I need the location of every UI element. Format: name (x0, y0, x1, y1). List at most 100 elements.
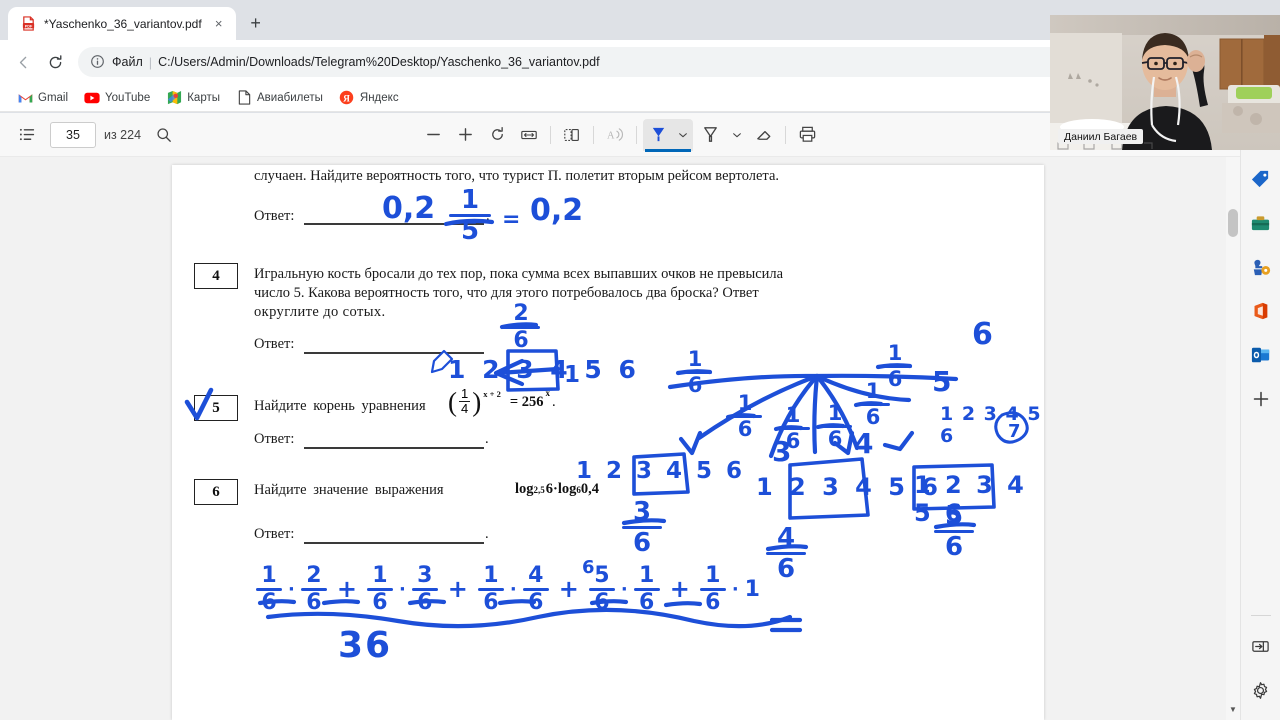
bookmark-youtube[interactable]: YouTube (77, 87, 157, 109)
answer-blank-5 (304, 447, 484, 449)
read-aloud-icon[interactable]: A (600, 120, 630, 150)
eraser-icon[interactable] (749, 120, 779, 150)
edge-sidebar (1240, 113, 1280, 720)
page-view-icon[interactable] (557, 120, 587, 150)
task-5-period: . (551, 394, 556, 410)
log-tail: 0,4 (580, 481, 600, 497)
chevron-down-icon[interactable] (727, 120, 747, 150)
zoom-in-button[interactable] (450, 120, 480, 150)
sidebar-item-tools[interactable] (1247, 209, 1275, 237)
ink-plus-2: + (447, 575, 468, 604)
ink-term-5b: 1 (744, 576, 760, 602)
ink-fraction-2-over-6: 2 6 (502, 303, 540, 352)
ink-term-1a: 1 6 (256, 565, 282, 614)
omnibox-separator: | (148, 54, 153, 70)
youtube-icon (84, 90, 100, 106)
pdf-viewer: 35 из 224 A случаен. Найдите вероятность… (0, 113, 1240, 720)
ink-denominator: 6 (639, 589, 655, 615)
draw-tool-group[interactable] (643, 118, 693, 152)
pdf-scroll-area[interactable]: случаен. Найдите вероятность того, что т… (0, 157, 1240, 720)
new-tab-button[interactable]: + (242, 9, 270, 37)
zoom-out-button[interactable] (418, 120, 448, 150)
chevron-down-icon[interactable] (673, 120, 693, 150)
ink-branch-label-6: 6 (972, 317, 993, 352)
sidebar-divider (1250, 615, 1271, 616)
sidebar-item-add[interactable] (1247, 385, 1275, 413)
answer-blank-4 (304, 352, 484, 354)
ink-tree-frac-e: 1 6 (818, 403, 852, 450)
sidebar-item-office[interactable] (1247, 297, 1275, 325)
sidebar-item-shopping[interactable] (1247, 165, 1275, 193)
ink-tree-frac-c: 1 6 (728, 393, 762, 440)
ink-numerator: 1 (483, 563, 499, 588)
print-icon[interactable] (792, 120, 822, 150)
svg-text:Я: Я (344, 94, 351, 104)
ink-numerator: 3 (417, 563, 433, 588)
ink-numerator: 1 (639, 563, 655, 588)
gmail-icon (17, 90, 33, 106)
search-icon[interactable] (149, 120, 179, 150)
webcam-overlay[interactable]: Даниил Багаев (1050, 15, 1280, 150)
task-6-expression: log 2,5 6·log 6 0,4 (515, 481, 599, 498)
highlighter-icon[interactable] (695, 120, 725, 150)
rotate-icon[interactable] (482, 120, 512, 150)
gear-icon[interactable] (1247, 676, 1275, 704)
ink-equals-1: = (502, 207, 521, 232)
ink-numerator: 5 (944, 501, 964, 531)
ink-numerator: 1 (460, 185, 480, 215)
ink-denominator: 6 (827, 426, 843, 451)
back-icon[interactable] (8, 47, 38, 77)
browser-tab[interactable]: PDF *Yaschenko_36_variantov.pdf × (8, 7, 236, 40)
task-5-rhs-exp: x (545, 388, 550, 398)
bookmark-maps[interactable]: Карты (159, 87, 227, 109)
tab-title: *Yaschenko_36_variantov.pdf (44, 16, 202, 31)
sidebar-item-games[interactable] (1247, 253, 1275, 281)
bookmark-gmail[interactable]: Gmail (10, 87, 75, 109)
ink-numerator: 1 (687, 347, 703, 371)
ink-branch-label-1: 1 (564, 362, 581, 388)
ink-denominator: 6 (261, 589, 277, 615)
draw-pen-icon[interactable] (643, 120, 673, 150)
scrollbar-thumb[interactable] (1228, 209, 1238, 237)
task-5-exponent: x + 2 (483, 389, 501, 399)
ink-numerator: 1 (827, 401, 843, 425)
close-icon[interactable]: × (210, 15, 228, 33)
fit-width-icon[interactable] (514, 120, 544, 150)
bookmark-label: Авиабилеты (257, 91, 323, 104)
ink-term-5a: 1 6 (699, 565, 726, 615)
ink-numerator: 1 (887, 341, 903, 365)
ink-denominator: 6 (737, 416, 753, 441)
sidebar-item-outlook[interactable] (1247, 341, 1275, 369)
ink-numerator: 1 (865, 379, 881, 403)
expand-sidebar-icon[interactable] (1247, 632, 1275, 660)
bookmark-yandex[interactable]: Я Яндекс (332, 87, 406, 109)
answer-label-4: Ответ: (254, 336, 295, 352)
ink-numerator: 2 (513, 301, 529, 326)
scroll-down-arrow-icon[interactable]: ▼ (1226, 702, 1240, 716)
task-4-line-2: число 5. Какова вероятность того, что дл… (254, 285, 759, 301)
page-number-input[interactable]: 35 (50, 121, 96, 148)
ink-numerator: 4 (528, 563, 544, 588)
ink-denominator: 6 (705, 589, 721, 615)
frac-denominator: 4 (459, 401, 471, 416)
url-text[interactable]: C:/Users/Admin/Downloads/Telegram%20Desk… (158, 55, 1196, 69)
ink-result-frac-2: 4 6 (766, 525, 806, 582)
ink-denominator: 6 (632, 527, 652, 558)
ink-tree-frac-d: 1 6 (776, 405, 810, 452)
ink-denominator: 6 (687, 372, 703, 397)
ink-tree-frac-f: 1 6 (856, 381, 890, 428)
ink-branch-label-4: 4 (854, 427, 874, 460)
task-number-6: 6 (194, 479, 238, 505)
google-maps-icon (166, 90, 182, 106)
bookmark-aviabilety[interactable]: Авиабилеты (229, 87, 330, 109)
pdf-scrollbar[interactable]: ▼ (1226, 157, 1240, 720)
ink-denominator: 6 (483, 589, 499, 615)
svg-text:PDF: PDF (24, 24, 32, 28)
page-total-label: из 224 (104, 127, 142, 142)
table-of-contents-icon[interactable] (12, 120, 42, 150)
ink-fraction-1-over-5: 1 5 (449, 187, 491, 244)
ink-circled-seven: 7 (1008, 421, 1021, 442)
reload-icon[interactable] (40, 47, 70, 77)
ink-denominator: 6 (776, 553, 796, 584)
ink-result-frac-1: 3 6 (622, 499, 662, 556)
